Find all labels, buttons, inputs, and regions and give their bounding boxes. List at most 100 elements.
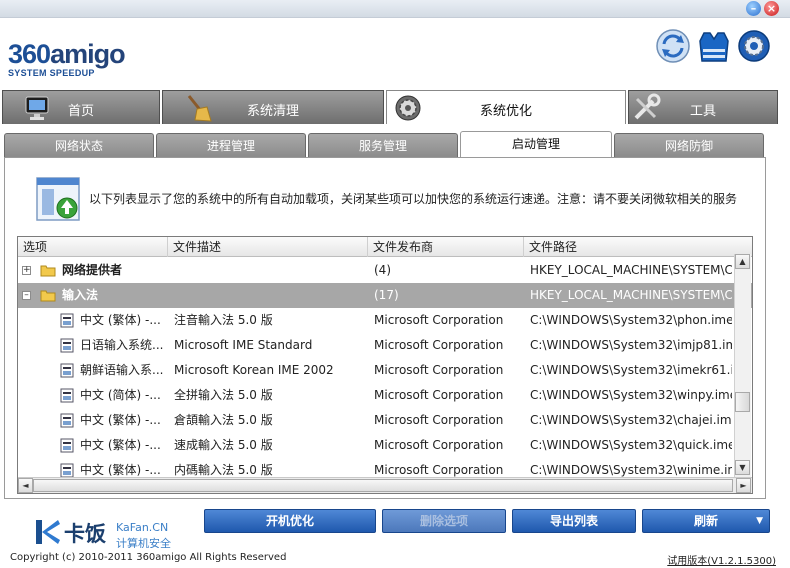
title-bar: – × bbox=[0, 0, 790, 18]
column-header-publisher[interactable]: 文件发布商 bbox=[368, 237, 524, 257]
ime-file-icon bbox=[60, 413, 74, 428]
table-row[interactable]: 朝鲜语输入系... Microsoft Korean IME 2002 Micr… bbox=[18, 358, 752, 383]
row-path: C:\WINDOWS\System32\imjp81.ime bbox=[530, 338, 732, 352]
main-nav: 首页 系统清理 系统优化 工具 bbox=[0, 90, 790, 124]
row-description: 注音輸入法 5.0 版 bbox=[174, 313, 273, 327]
row-path: C:\WINDOWS\System32\imekr61.ime bbox=[530, 363, 732, 377]
group-name: 网络提供者 bbox=[62, 263, 123, 277]
row-description: 倉頡輸入法 5.0 版 bbox=[174, 413, 273, 427]
row-description: 速成輸入法 5.0 版 bbox=[174, 438, 273, 452]
main-tab-system-clean[interactable]: 系统清理 bbox=[162, 90, 384, 124]
group-row-network-provider[interactable]: + 网络提供者 (4) HKEY_LOCAL_MACHINE\SYSTEM\Cu… bbox=[18, 258, 752, 283]
gear-icon[interactable] bbox=[735, 27, 773, 65]
boot-optimize-button[interactable]: 开机优化 bbox=[204, 509, 376, 533]
row-description: Microsoft IME Standard bbox=[174, 338, 313, 352]
info-text: 以下列表显示了您的系统中的所有自动加载项，关闭某些项可以加快您的系统运行速递。注… bbox=[89, 192, 738, 206]
scroll-left-button[interactable]: ◄ bbox=[18, 478, 33, 493]
sub-tab-process-manager[interactable]: 进程管理 bbox=[156, 133, 306, 158]
row-option: 中文 (繁体) -... bbox=[80, 413, 161, 427]
vertical-scrollbar[interactable]: ▲ ▼ bbox=[734, 254, 751, 477]
logo-brand-number: 360 bbox=[8, 39, 51, 69]
startup-window-icon bbox=[36, 177, 80, 221]
row-path: C:\WINDOWS\System32\quick.ime bbox=[530, 438, 732, 452]
main-tab-label: 系统优化 bbox=[479, 104, 532, 119]
horizontal-scroll-thumb[interactable] bbox=[33, 479, 733, 492]
startup-items-grid: 选项 文件描述 文件发布商 文件路径 + 网络提供者 (4) HKEY_LOCA… bbox=[17, 236, 753, 494]
expand-button[interactable]: + bbox=[22, 266, 31, 275]
status-footer: Copyright (c) 2010-2011 360amigo All Rig… bbox=[0, 548, 790, 568]
logo-tagline: SYSTEM SPEEDUP bbox=[8, 68, 95, 78]
scroll-up-button[interactable]: ▲ bbox=[735, 254, 750, 269]
row-publisher: Microsoft Corporation bbox=[374, 438, 504, 452]
scroll-down-button[interactable]: ▼ bbox=[735, 460, 750, 475]
startup-manager-panel: 以下列表显示了您的系统中的所有自动加载项，关闭某些项可以加快您的系统运行速递。注… bbox=[4, 157, 766, 499]
delete-option-button[interactable]: 删除选项 bbox=[382, 509, 506, 533]
row-path: C:\WINDOWS\System32\chajei.ime bbox=[530, 413, 732, 427]
row-option: 中文 (繁体) -... bbox=[80, 313, 161, 327]
column-header-description[interactable]: 文件描述 bbox=[168, 237, 368, 257]
watermark-en: KaFan.CN bbox=[116, 521, 169, 534]
ime-file-icon bbox=[60, 388, 74, 403]
table-row[interactable]: 中文 (简体) -... 全拼输入法 5.0 版 Microsoft Corpo… bbox=[18, 383, 752, 408]
column-header-path[interactable]: 文件路径 bbox=[524, 237, 752, 257]
main-tab-label: 首页 bbox=[67, 104, 94, 119]
main-tab-label: 系统清理 bbox=[246, 104, 299, 119]
table-row[interactable]: 中文 (繁体) -... 注音輸入法 5.0 版 Microsoft Corpo… bbox=[18, 308, 752, 333]
refresh-button[interactable]: 刷新 ▼ bbox=[642, 509, 770, 533]
row-option: 日语输入系统... bbox=[80, 338, 164, 352]
row-option: 中文 (繁体) -... bbox=[80, 438, 161, 452]
collapse-button[interactable]: – bbox=[22, 291, 31, 300]
row-publisher: Microsoft Corporation bbox=[374, 413, 504, 427]
minimize-button[interactable]: – bbox=[746, 1, 761, 16]
scroll-right-button[interactable]: ► bbox=[736, 478, 751, 493]
horizontal-scrollbar[interactable]: ◄ ► bbox=[18, 477, 752, 493]
sub-tab-network-status[interactable]: 网络状态 bbox=[4, 133, 154, 158]
row-publisher: Microsoft Corporation bbox=[374, 338, 504, 352]
vertical-scroll-thumb[interactable] bbox=[735, 392, 750, 412]
chevron-down-icon[interactable]: ▼ bbox=[756, 510, 763, 532]
row-publisher: Microsoft Corporation bbox=[374, 313, 504, 327]
export-list-button[interactable]: 导出列表 bbox=[512, 509, 636, 533]
row-publisher: Microsoft Corporation bbox=[374, 363, 504, 377]
sub-tab-network-defense[interactable]: 网络防御 bbox=[614, 133, 764, 158]
table-row[interactable]: 中文 (繁体) -... 速成輸入法 5.0 版 Microsoft Corpo… bbox=[18, 433, 752, 458]
ime-file-icon bbox=[60, 363, 74, 378]
group-name: 输入法 bbox=[62, 288, 99, 302]
table-row[interactable]: 日语输入系统... Microsoft IME Standard Microso… bbox=[18, 333, 752, 358]
group-count: (4) bbox=[374, 263, 391, 277]
folder-icon bbox=[40, 290, 56, 302]
sub-tab-service-manager[interactable]: 服务管理 bbox=[308, 133, 458, 158]
vest-icon[interactable] bbox=[695, 27, 733, 65]
sub-tab-startup-manager[interactable]: 启动管理 bbox=[460, 131, 612, 159]
row-publisher: Microsoft Corporation bbox=[374, 388, 504, 402]
close-button[interactable]: × bbox=[764, 1, 779, 16]
ime-file-icon bbox=[60, 438, 74, 453]
main-tab-home[interactable]: 首页 bbox=[2, 90, 160, 124]
group-path: HKEY_LOCAL_MACHINE\SYSTEM\Curre... bbox=[530, 288, 732, 302]
row-description: 全拼输入法 5.0 版 bbox=[174, 388, 273, 402]
row-path: C:\WINDOWS\System32\phon.ime bbox=[530, 313, 732, 327]
table-row[interactable]: 中文 (繁体) -... 倉頡輸入法 5.0 版 Microsoft Corpo… bbox=[18, 408, 752, 433]
watermark-cn: 卡饭 bbox=[64, 522, 106, 546]
group-count: (17) bbox=[374, 288, 399, 302]
version-link[interactable]: 试用版本(V1.2.1.5300) bbox=[667, 552, 776, 567]
copyright-text: Copyright (c) 2010-2011 360amigo All Rig… bbox=[10, 552, 287, 563]
app-logo: 360amigo SYSTEM SPEEDUP bbox=[8, 40, 143, 84]
main-tab-tools[interactable]: 工具 bbox=[628, 90, 778, 124]
ime-file-icon bbox=[60, 463, 74, 478]
row-description: Microsoft Korean IME 2002 bbox=[174, 363, 334, 377]
folder-icon bbox=[40, 265, 56, 277]
main-tab-label: 工具 bbox=[689, 104, 716, 119]
main-tab-system-optimize[interactable]: 系统优化 bbox=[386, 90, 626, 124]
group-row-input-method[interactable]: – 输入法 (17) HKEY_LOCAL_MACHINE\SYSTEM\Cur… bbox=[18, 283, 752, 308]
sub-nav: 网络状态 进程管理 服务管理 启动管理 网络防御 bbox=[4, 131, 766, 159]
row-path: C:\WINDOWS\System32\winpy.ime bbox=[530, 388, 732, 402]
refresh-label: 刷新 bbox=[693, 514, 718, 528]
ime-file-icon bbox=[60, 313, 74, 328]
row-option: 中文 (简体) -... bbox=[80, 388, 161, 402]
column-header-option[interactable]: 选项 bbox=[18, 237, 168, 257]
refresh-icon[interactable] bbox=[654, 27, 692, 65]
logo-brand-name: amigo bbox=[50, 39, 126, 69]
ime-file-icon bbox=[60, 338, 74, 353]
grid-header: 选项 文件描述 文件发布商 文件路径 bbox=[18, 237, 752, 257]
